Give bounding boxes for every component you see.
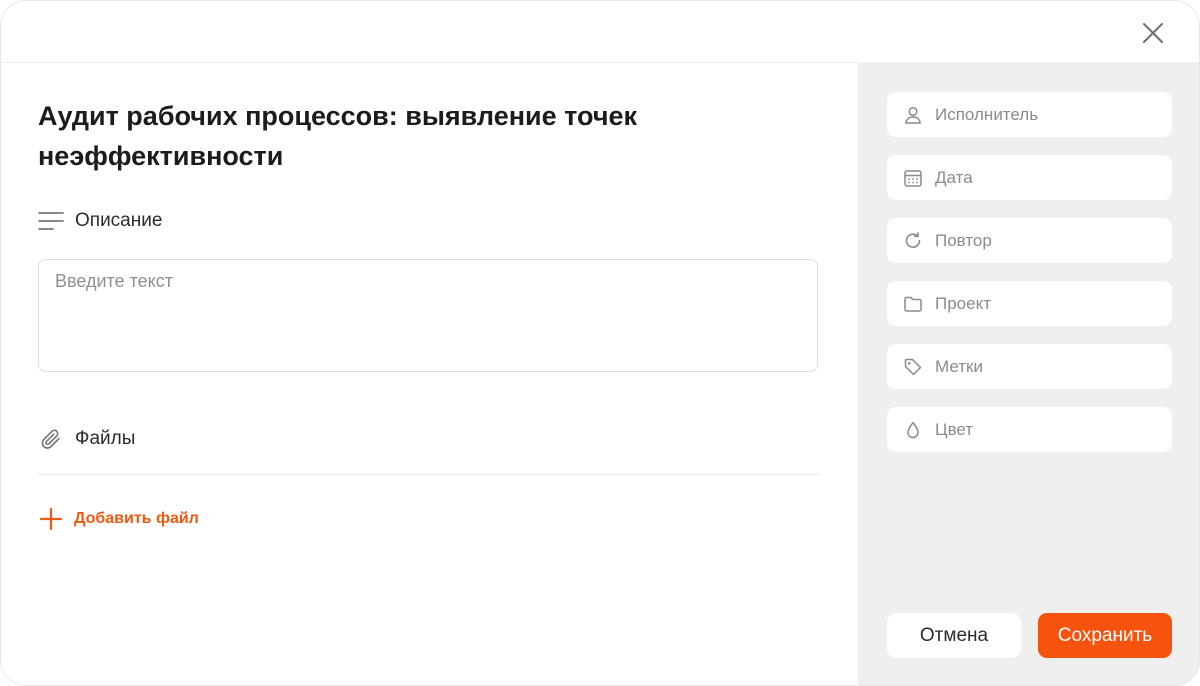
add-file-label: Добавить файл (74, 510, 199, 527)
description-header: Описание (38, 207, 162, 235)
droplet-icon (903, 420, 923, 440)
dialog-header (1, 1, 1199, 63)
date-field[interactable]: Дата (887, 155, 1172, 200)
repeat-label: Повтор (935, 230, 992, 250)
color-field[interactable]: Цвет (887, 407, 1172, 452)
text-lines-icon (38, 208, 64, 234)
description-input[interactable]: Введите текст (38, 259, 818, 372)
repeat-icon (903, 231, 923, 251)
paperclip-icon (38, 426, 64, 452)
description-placeholder: Введите текст (55, 271, 173, 291)
project-field[interactable]: Проект (887, 281, 1172, 326)
folder-icon (903, 294, 923, 314)
task-dialog: Аудит рабочих процессов: выявление точек… (0, 0, 1200, 686)
files-label: Файлы (75, 428, 136, 449)
tags-field[interactable]: Метки (887, 344, 1172, 389)
cancel-button[interactable]: Отмена (887, 613, 1021, 658)
description-label: Описание (75, 210, 163, 231)
repeat-field[interactable]: Повтор (887, 218, 1172, 263)
task-title[interactable]: Аудит рабочих процессов: выявление точек… (38, 96, 798, 176)
task-properties-sidebar: Исполнитель Дата Повтор Проект Метки Цве… (858, 63, 1199, 685)
calendar-icon (903, 168, 923, 188)
project-label: Проект (935, 293, 991, 313)
save-button[interactable]: Сохранить (1038, 613, 1172, 658)
assignee-label: Исполнитель (935, 104, 1039, 124)
close-button[interactable] (1137, 17, 1169, 49)
add-file-button[interactable]: Добавить файл (38, 505, 199, 533)
plus-icon (39, 507, 63, 531)
tag-icon (903, 357, 923, 377)
close-icon (1143, 23, 1163, 43)
tags-label: Метки (935, 356, 983, 376)
files-divider (38, 474, 820, 475)
task-main-panel: Аудит рабочих процессов: выявление точек… (1, 63, 858, 685)
user-icon (903, 105, 923, 125)
files-header: Файлы (38, 425, 135, 453)
assignee-field[interactable]: Исполнитель (887, 92, 1172, 137)
color-label: Цвет (935, 419, 974, 439)
date-label: Дата (935, 167, 973, 187)
